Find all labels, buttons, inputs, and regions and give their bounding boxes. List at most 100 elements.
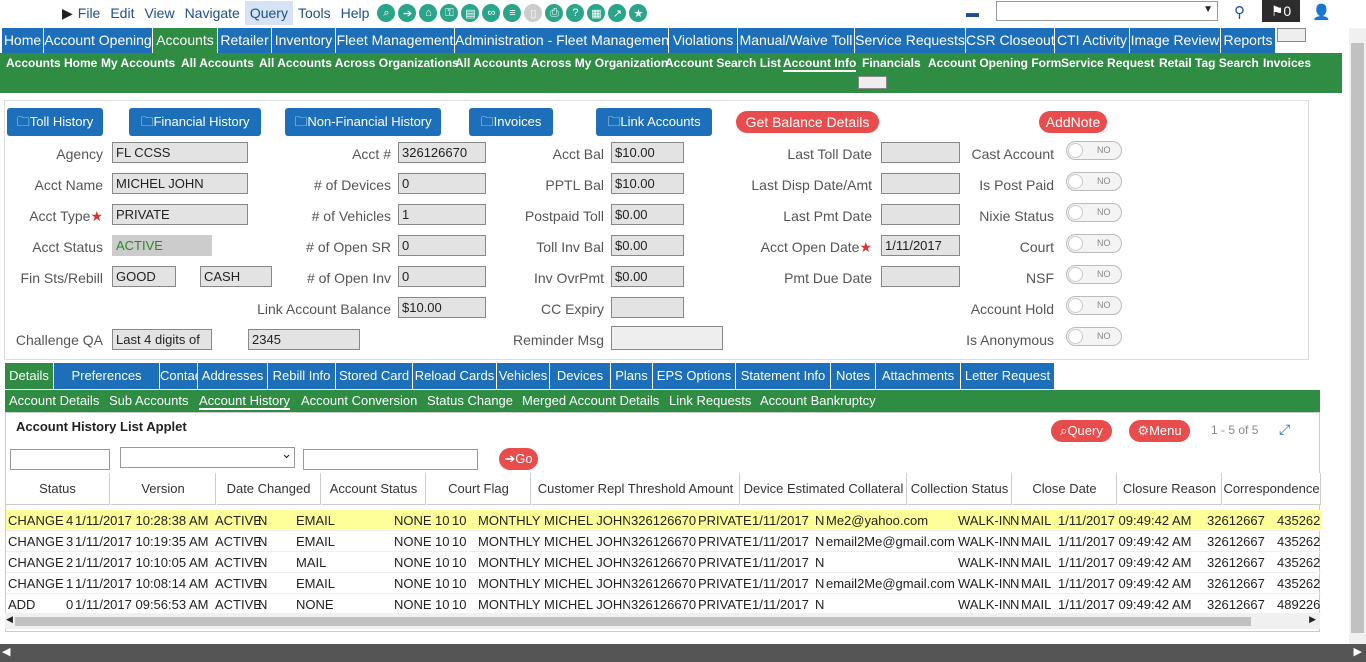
tab-home[interactable]: Home [2,28,43,53]
challenge-question-field[interactable]: Last 4 digits of [112,329,212,350]
cc-expiry-field[interactable] [611,297,684,318]
subnav-account-search[interactable]: Account Search List [665,56,781,70]
arrow-left-icon[interactable]: ◀ [6,614,13,625]
search-button-icon[interactable]: ⚲ [1234,3,1245,21]
query-button[interactable]: ⌕Query [1051,420,1112,442]
subnav-all-accounts[interactable]: All Accounts [181,56,254,70]
column-header-date-changed[interactable]: Date Changed [217,473,321,505]
go-button[interactable]: ➔Go [499,448,538,470]
subtab-status-change[interactable]: Status Change [427,393,513,408]
horizontal-scrollbar[interactable]: ◀ ▶ [5,613,1320,629]
cast-account-toggle[interactable]: NO [1066,141,1122,160]
arrow-right-icon[interactable]: ▶ [1354,645,1362,658]
post-paid-toggle[interactable]: NO [1066,172,1122,191]
acct-name-field[interactable]: MICHEL JOHN [112,173,248,194]
menu-edit[interactable]: Edit [105,1,139,25]
pptl-bal-field[interactable]: $10.00 [611,173,684,194]
open-inv-field[interactable]: 0 [398,266,486,287]
subnav-account-info[interactable]: Account Info [783,56,857,72]
tab-cti-activity[interactable]: CTI Activity [1055,28,1129,53]
tab-plans[interactable]: Plans [611,363,652,389]
search-input[interactable]: ▼ [996,1,1218,21]
forward-icon[interactable]: ➔ [398,4,417,22]
list-icon[interactable]: ≡ [503,4,522,22]
open-sr-field[interactable]: 0 [398,235,486,256]
table-row[interactable]: CHANGE 1 1/11/2017 10:08:14 AM ACTIVE N EMAIL… [6,573,1321,594]
tab-service-requests[interactable]: Service Requests [855,28,965,53]
toll-inv-field[interactable]: $0.00 [611,235,684,256]
financial-history-button[interactable]: 🗀Financial History [129,108,261,136]
tab-details[interactable]: Details [5,363,53,389]
user-icon[interactable]: 👤 [1312,3,1331,21]
column-header-close-date[interactable]: Close Date [1013,473,1117,505]
subtab-link-requests[interactable]: Link Requests [669,393,751,408]
tab-letter-request[interactable]: Letter Request [961,363,1054,389]
tab-attachments[interactable]: Attachments [876,363,960,389]
menu-tools[interactable]: Tools [293,1,336,25]
subnav-retail-tag-search[interactable]: Retail Tag Search [1159,56,1259,70]
acct-type-field[interactable]: PRIVATE [112,204,248,225]
tab-violations[interactable]: Violations [669,28,737,53]
menu-query[interactable]: Query [244,1,293,25]
scroll-thumb[interactable] [1351,43,1364,633]
inv-ovr-field[interactable]: $0.00 [611,266,684,287]
tab-reload-cards[interactable]: Reload Cards [413,363,496,389]
get-balance-button[interactable]: Get Balance Details [736,111,879,133]
table-row[interactable]: CHANGE 2 1/11/2017 10:10:05 AM ACTIVE N MAIL N… [6,552,1321,573]
tab-manual-waive[interactable]: Manual/Waive Toll [738,28,854,53]
menu-file[interactable]: File [73,1,106,25]
acct-no-field[interactable]: 326126670 [398,142,486,163]
column-header-court-flag[interactable]: Court Flag [427,473,531,505]
tab-stored-card[interactable]: Stored Card [336,363,412,389]
chart-icon[interactable]: ↗ [608,4,627,22]
play-icon[interactable]: ▶ [62,5,73,22]
acct-bal-field[interactable]: $10.00 [611,142,684,163]
tab-inventory[interactable]: Inventory [272,28,335,53]
help-icon[interactable]: ? [566,4,585,22]
expand-icon[interactable]: ⤢ [1279,421,1290,438]
open-date-field[interactable]: 1/11/2017 [881,235,960,256]
tab-eps-options[interactable]: EPS Options [653,363,735,389]
tab-devices[interactable]: Devices [550,363,610,389]
link-accounts-button[interactable]: 🗀Link Accounts [596,108,712,136]
clipboard-icon[interactable]: ▤ [461,4,480,22]
tab-preferences[interactable]: Preferences [54,363,159,389]
filter-select[interactable]: ⌄ [120,446,295,468]
subnav-account-opening-form[interactable]: Account Opening Form [928,56,1061,70]
filter-input-2[interactable] [303,449,478,470]
subnav-my-accounts[interactable]: My Accounts [101,56,175,70]
add-note-button[interactable]: AddNote [1039,111,1107,133]
tab-image-review[interactable]: Image Review [1130,28,1220,53]
column-header-account-status[interactable]: Account Status [322,473,426,505]
tab-admin-fleet[interactable]: Administration - Fleet Management [455,28,668,53]
print-icon[interactable]: ⎙ [545,4,564,22]
column-header-correspondence[interactable]: Correspondence [1223,473,1321,505]
subnav-service-request[interactable]: Service Request [1061,56,1154,70]
more-subnav-button[interactable] [858,76,887,89]
postpaid-field[interactable]: $0.00 [611,204,684,225]
table-row[interactable]: CHANGE 4 1/11/2017 10:28:38 AM ACTIVE N EMAIL… [6,510,1321,531]
more-tabs-button[interactable] [1277,28,1306,42]
arrow-left-icon[interactable]: ◀ [2,645,10,658]
non-financial-history-button[interactable]: 🗀Non-Financial History [285,108,441,136]
subnav-all-accounts-orgs[interactable]: All Accounts Across Organizations [259,56,459,70]
subnav-invoices[interactable]: Invoices [1263,56,1311,70]
subtab-account-details[interactable]: Account Details [9,393,99,408]
account-hold-toggle[interactable]: NO [1066,296,1122,315]
filter-input-1[interactable] [10,449,110,470]
scroll-thumb[interactable] [15,617,1251,626]
fin-sts-field[interactable]: GOOD [112,266,176,287]
tab-addresses[interactable]: Addresses [198,363,267,389]
menu-help[interactable]: Help [336,1,375,25]
court-toggle[interactable]: NO [1066,234,1122,253]
tab-contacts[interactable]: Contacts [160,363,211,389]
tab-notes[interactable]: Notes [831,363,875,389]
devices-field[interactable]: 0 [398,173,486,194]
subtab-merged-account[interactable]: Merged Account Details [522,393,659,408]
column-header-threshold[interactable]: Customer Repl Threshold Amount [532,473,740,505]
menu-button[interactable]: ⚙Menu [1129,420,1190,442]
nixie-toggle[interactable]: NO [1066,203,1122,222]
star-icon[interactable]: ★ [629,4,648,22]
agency-field[interactable]: FL CCSS [112,142,248,163]
subnav-financials[interactable]: Financials [862,56,921,70]
